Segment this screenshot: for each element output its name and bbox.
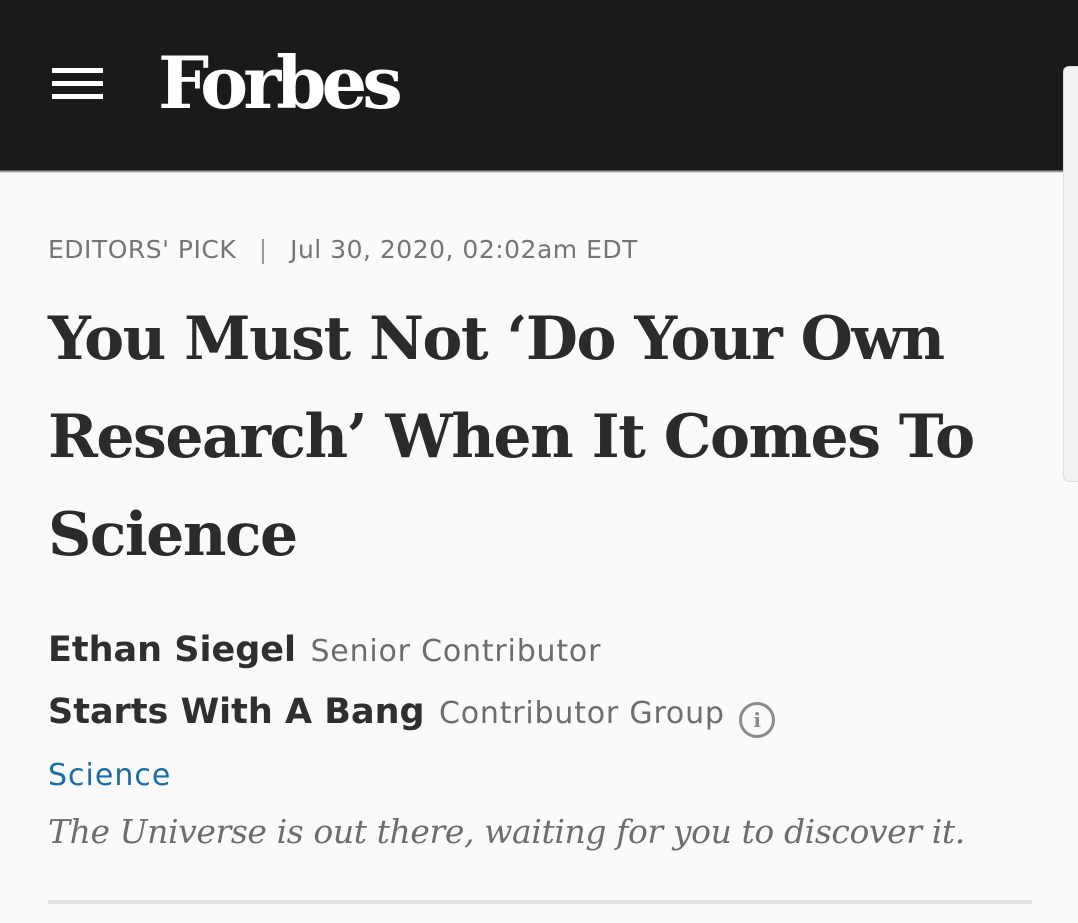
site-header: Forbes bbox=[0, 0, 1078, 170]
article-headline: You Must Not ‘Do Your Own Research’ When… bbox=[48, 304, 975, 570]
group-name[interactable]: Starts With A Bang bbox=[48, 692, 425, 732]
article-eyebrow: EDITORS' PICK | Jul 30, 2020, 02:02am ED… bbox=[48, 234, 638, 266]
menu-bar-middle bbox=[52, 81, 103, 86]
contributor-group-byline: Starts With A Bang Contributor Group i bbox=[48, 692, 776, 739]
publish-date: Jul 30, 2020, 02:02am EDT bbox=[290, 235, 638, 264]
header-shadow bbox=[0, 170, 1078, 173]
content-divider bbox=[48, 900, 1032, 904]
group-type: Contributor Group bbox=[439, 696, 725, 731]
scrollbar[interactable] bbox=[1063, 66, 1078, 482]
editors-pick-label: EDITORS' PICK bbox=[48, 235, 237, 264]
author-role: Senior Contributor bbox=[310, 634, 602, 669]
hamburger-menu-icon[interactable] bbox=[52, 68, 104, 100]
author-byline: Ethan Siegel Senior Contributor bbox=[48, 630, 601, 677]
eyebrow-separator: | bbox=[258, 235, 268, 264]
blog-tagline: The Universe is out there, waiting for y… bbox=[48, 812, 965, 851]
menu-bar-bottom bbox=[52, 94, 103, 99]
info-icon[interactable]: i bbox=[739, 702, 776, 738]
author-name[interactable]: Ethan Siegel bbox=[48, 630, 296, 670]
forbes-logo[interactable]: Forbes bbox=[158, 38, 403, 128]
menu-bar-top bbox=[52, 68, 103, 73]
section-link-science[interactable]: Science bbox=[48, 756, 171, 796]
